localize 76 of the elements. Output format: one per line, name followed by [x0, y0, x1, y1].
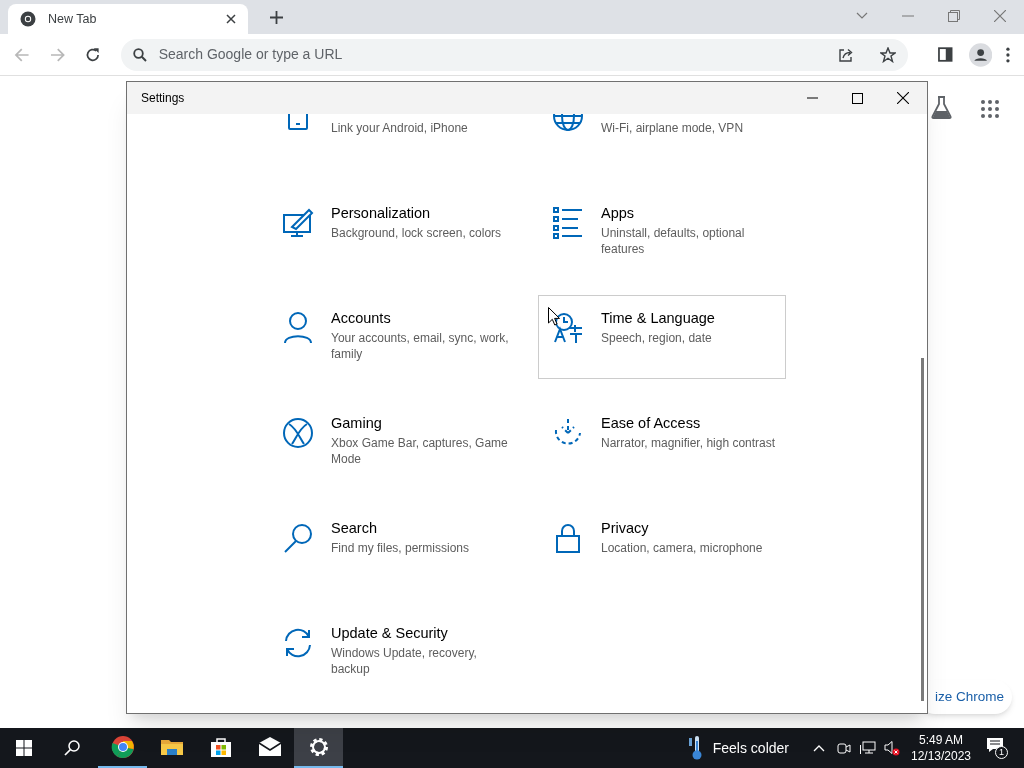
tile-description: Link your Android, iPhone: [331, 120, 469, 136]
menu-icon[interactable]: [1006, 46, 1010, 63]
tab-title: New Tab: [48, 10, 98, 28]
envelope-icon: [257, 735, 282, 759]
chrome-icon: [110, 735, 135, 759]
chrome-icon: [20, 11, 36, 27]
meet-now-icon[interactable]: [837, 741, 851, 755]
globe-icon: [552, 114, 584, 131]
window-title: Settings: [141, 90, 186, 107]
search-icon[interactable]: [64, 740, 80, 756]
tile-title: Personalization: [331, 204, 432, 223]
tile-title: Update & Security: [331, 624, 449, 643]
settings-tile[interactable]: Apps Uninstall, defaults, optional features: [538, 190, 786, 274]
close-icon[interactable]: [226, 14, 236, 24]
settings-tile[interactable]: Ease of Access Narrator, magnifier, high contrast: [538, 400, 786, 484]
new-tab-icon[interactable]: [270, 11, 283, 24]
network-icon[interactable]: [860, 741, 876, 755]
settings-tile[interactable]: Gaming Xbox Game Bar, captures, Game Mode: [268, 400, 516, 484]
tile-title: Accounts: [331, 309, 392, 328]
mouse-cursor-icon: [548, 307, 560, 326]
browser-tab[interactable]: New Tab: [8, 4, 248, 34]
tile-title: Privacy: [601, 519, 650, 538]
reload-icon[interactable]: [85, 46, 101, 63]
monitor-brush-icon: [282, 207, 314, 239]
apps-grid-icon[interactable]: [981, 100, 999, 118]
weather-text[interactable]: Feels colder: [712, 737, 789, 759]
tile-description: Speech, region, date: [601, 330, 713, 346]
tile-description: Uninstall, defaults, optional features: [601, 225, 746, 257]
tile-title: Apps: [601, 204, 636, 223]
search-icon: [282, 522, 314, 554]
clock-time[interactable]: 5:49 AM: [919, 732, 963, 748]
tile-description: Location, camera, microphone: [601, 540, 764, 556]
restore-icon[interactable]: [948, 10, 960, 22]
volume-muted-icon[interactable]: [884, 740, 900, 756]
settings-tile[interactable]: Privacy Location, camera, microphone: [538, 505, 786, 589]
search-icon: [132, 47, 147, 62]
refresh-icon: [282, 627, 314, 659]
person-icon: [282, 312, 314, 344]
tile-description: Wi-Fi, airplane mode, VPN: [601, 120, 745, 136]
address-bar[interactable]: Search Google or type a URL: [120, 38, 909, 71]
tile-title: Ease of Access: [601, 414, 702, 433]
tile-description: Narrator, magnifier, high contrast: [601, 435, 777, 451]
clock-date[interactable]: 12/13/2023: [910, 748, 972, 764]
tile-description: Find my files, permissions: [331, 540, 471, 556]
share-icon[interactable]: [838, 46, 855, 63]
tile-title: Gaming: [331, 414, 383, 433]
settings-tile[interactable]: Search Find my files, permissions: [268, 505, 516, 589]
maximize-icon[interactable]: [852, 92, 863, 104]
settings-tile[interactable]: Time & Language Speech, region, date: [538, 295, 786, 379]
close-icon[interactable]: [897, 92, 909, 104]
windows-start-icon[interactable]: [16, 740, 32, 756]
customize-chrome-button[interactable]: ize Chrome: [934, 686, 1004, 708]
chevron-down-icon[interactable]: [856, 12, 868, 20]
chevron-up-icon[interactable]: [813, 744, 825, 752]
flask-icon[interactable]: [931, 96, 952, 119]
profile-icon[interactable]: [968, 42, 993, 67]
side-panel-icon[interactable]: [938, 47, 953, 62]
star-icon[interactable]: [880, 46, 897, 63]
scrollbar[interactable]: [921, 358, 924, 701]
tile-description: Xbox Game Bar, captures, Game Mode: [331, 435, 509, 467]
list-icon: [552, 207, 584, 239]
clock-letters-icon: [552, 312, 584, 344]
notifications-button[interactable]: 1: [986, 737, 1008, 759]
tile-description: Background, lock screen, colors: [331, 225, 503, 241]
store-bag-icon: [208, 735, 233, 759]
xbox-icon: [282, 417, 314, 449]
taskbar-button[interactable]: [294, 728, 343, 768]
settings-tile[interactable]: Accounts Your accounts, email, sync, work, family: [268, 295, 516, 379]
tile-description: Your accounts, email, sync, work, family: [331, 330, 510, 362]
settings-tile[interactable]: Link your Android, iPhone: [268, 114, 516, 169]
settings-tile[interactable]: Wi-Fi, airplane mode, VPN: [538, 114, 786, 169]
settings-tile[interactable]: Personalization Background, lock screen, colors: [268, 190, 516, 274]
settings-tile[interactable]: Update & Security Windows Update, recovery, backup: [268, 610, 516, 694]
tile-description: Windows Update, recovery, backup: [331, 645, 478, 677]
tile-title: Search: [331, 519, 378, 538]
tile-title: Time & Language: [601, 309, 716, 328]
